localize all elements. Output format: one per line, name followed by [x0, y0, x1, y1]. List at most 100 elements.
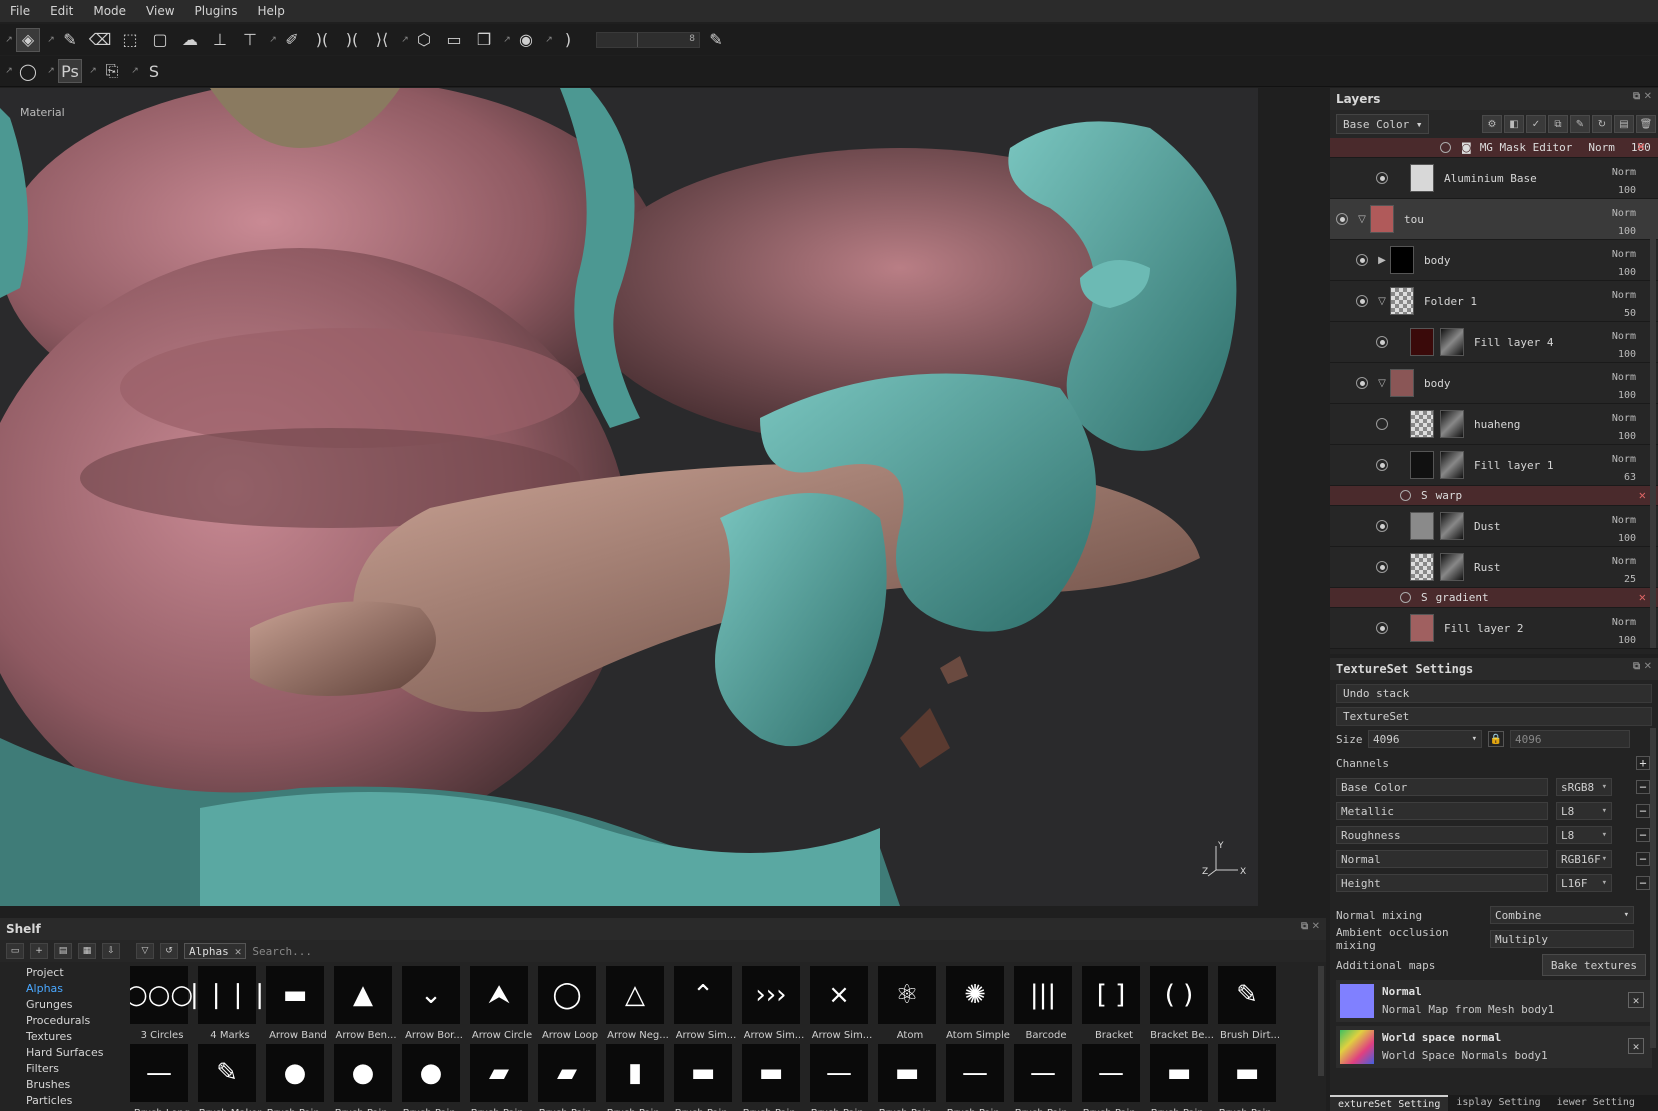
channel-format-dropdown[interactable]: L8 [1556, 826, 1612, 844]
layer-row[interactable]: ▽ body Norm 100 [1330, 363, 1658, 404]
refresh-icon[interactable]: ↺ [160, 943, 178, 959]
shelf-category-project[interactable]: Project [0, 964, 118, 980]
layer-row[interactable]: ▶ body Norm 100 [1330, 240, 1658, 281]
shelf-asset[interactable]: ⌄ Arrow Bor... [402, 966, 466, 1044]
visibility-icon[interactable] [1440, 142, 1451, 153]
channel-format-dropdown[interactable]: L8 [1556, 802, 1612, 820]
substance-share-icon[interactable]: S [142, 59, 166, 83]
layer-blend[interactable]: Norm 63 [1612, 451, 1636, 487]
popout-icon[interactable]: ↗ [268, 28, 278, 52]
layer-blend[interactable]: Norm 100 [1612, 614, 1636, 650]
shelf-asset[interactable]: ||| Barcode [1014, 966, 1078, 1044]
panel-close-icon[interactable]: ⧉ ✕ [1301, 921, 1320, 932]
symmetry-mirror-icon[interactable]: ⟩⟨ [370, 28, 394, 52]
layer-row[interactable]: Rust Norm 25 [1330, 547, 1658, 588]
shelf-asset[interactable]: ▰Brush Pain... [470, 1044, 534, 1111]
popout-icon[interactable]: ↗ [4, 28, 14, 52]
eraser-icon[interactable]: ⌫ [88, 28, 112, 52]
pen-pressure-icon[interactable]: ✎ [704, 28, 728, 52]
shelf-asset[interactable]: —Brush Pain... [1082, 1044, 1146, 1111]
save-icon[interactable]: ▦ [78, 943, 96, 959]
projection-tool-icon[interactable]: ◈ [16, 27, 40, 52]
delete-layer-icon[interactable]: 🗑 [1636, 115, 1656, 133]
shelf-asset[interactable]: ●Brush Pain... [402, 1044, 466, 1111]
menu-help[interactable]: Help [258, 4, 295, 18]
shelf-asset[interactable]: ▬ Arrow Band [266, 966, 330, 1044]
menu-file[interactable]: File [10, 4, 40, 18]
filter-icon[interactable]: ▽ [136, 943, 154, 959]
layer-row[interactable]: ▽ tou Norm 100 [1330, 199, 1658, 240]
menu-plugins[interactable]: Plugins [195, 4, 248, 18]
size-height-field[interactable]: 4096 [1510, 730, 1630, 748]
shelf-asset[interactable]: —Brush Pain... [946, 1044, 1010, 1111]
layer-row[interactable]: Dust Norm 100 [1330, 506, 1658, 547]
layer-row[interactable]: ▽ Folder 1 Norm 50 [1330, 281, 1658, 322]
add-mask-icon[interactable]: ◧ [1504, 115, 1524, 133]
menu-view[interactable]: View [146, 4, 184, 18]
layer-row[interactable]: Fill layer 4 Norm 100 [1330, 322, 1658, 363]
shelf-asset[interactable]: ▮Brush Pain... [606, 1044, 670, 1111]
add-paint-layer-icon[interactable]: ✎ [1570, 115, 1590, 133]
panel-close-icon[interactable]: ⧉ ✕ [1633, 661, 1652, 672]
lock-icon[interactable]: 🔒 [1488, 731, 1504, 747]
add-channel-icon[interactable]: + [1636, 756, 1650, 770]
shelf-asset[interactable]: ▬Brush Pain... [674, 1044, 738, 1111]
filter-effect-row[interactable]: Sgradient ✕ [1330, 588, 1658, 608]
folder-icon[interactable]: ▽ [1374, 376, 1390, 390]
mask-thumbnail[interactable] [1440, 410, 1464, 438]
popout-icon[interactable]: ↗ [46, 59, 56, 83]
export-icon[interactable]: ⎘ [100, 59, 124, 83]
channel-dropdown[interactable]: Base Color ▾ [1336, 114, 1430, 134]
channel-name[interactable]: Normal [1336, 850, 1548, 868]
shelf-asset[interactable]: ▲ Arrow Ben... [334, 966, 398, 1044]
shelf-asset[interactable]: ▬Brush Pain... [1218, 1044, 1282, 1111]
layer-blend[interactable]: Norm 100 [1612, 205, 1636, 241]
visibility-icon[interactable] [1356, 254, 1368, 266]
folder-icon[interactable]: ▽ [1354, 212, 1370, 226]
shelf-asset[interactable]: ( ) Bracket Be... [1150, 966, 1214, 1044]
visibility-icon[interactable] [1400, 490, 1411, 501]
layers-scrollbar[interactable] [1650, 228, 1656, 648]
popout-icon[interactable]: ↗ [46, 28, 56, 52]
open-folder-icon[interactable]: ▤ [54, 943, 72, 959]
menu-mode[interactable]: Mode [93, 4, 136, 18]
brush-size-slider[interactable]: 8 [596, 31, 700, 48]
channel-name[interactable]: Metallic [1336, 802, 1548, 820]
visibility-icon[interactable] [1376, 622, 1388, 634]
mask-thumbnail[interactable] [1440, 451, 1464, 479]
shelf-asset[interactable]: ✎Brush Maker [198, 1044, 262, 1111]
ao-mixing-dropdown[interactable]: Multiply [1490, 930, 1634, 948]
shelf-category-particles[interactable]: Particles [0, 1092, 118, 1108]
remove-map-icon[interactable]: ✕ [1628, 1038, 1644, 1054]
visibility-icon[interactable] [1376, 520, 1388, 532]
shelf-asset[interactable]: ◯ Arrow Loop [538, 966, 602, 1044]
symmetry-x-icon[interactable]: )( [340, 28, 364, 52]
shelf-asset[interactable]: [ ] Bracket [1082, 966, 1146, 1044]
color-picker-icon[interactable]: ✐ [280, 28, 304, 52]
undo-stack-button[interactable]: Undo stack [1336, 684, 1652, 703]
visibility-icon[interactable] [1376, 418, 1388, 430]
screenshot-icon[interactable]: ◉ [514, 28, 538, 52]
import-icon[interactable]: ⇩ [102, 943, 120, 959]
shelf-asset[interactable]: ✎ Brush Dirt... [1218, 966, 1282, 1044]
photoshop-export-icon[interactable]: Ps [58, 59, 82, 83]
popout-icon[interactable]: ↗ [130, 59, 140, 83]
remove-channel-icon[interactable]: − [1636, 780, 1650, 794]
layer-row[interactable]: Fill layer 1 Norm 63 [1330, 445, 1658, 486]
shelf-asset[interactable]: —Brush Pain... [1014, 1044, 1078, 1111]
shelf-asset[interactable]: △ Arrow Neg... [606, 966, 670, 1044]
tab-textureset-settings[interactable]: extureSet Setting [1330, 1095, 1449, 1111]
folder-icon[interactable]: ▭ [6, 943, 24, 959]
remove-effect-icon[interactable]: ✕ [1636, 140, 1646, 154]
layer-blend[interactable]: Norm 100 [1612, 512, 1636, 548]
layer-row[interactable]: Fill layer 2 Norm 100 [1330, 608, 1658, 649]
shelf-asset[interactable]: ››› Arrow Sim... [742, 966, 806, 1044]
bake-textures-button[interactable]: Bake textures [1541, 954, 1646, 976]
paint-brush-icon[interactable]: ✎ [58, 28, 82, 52]
shelf-search-input[interactable]: Search... [252, 943, 552, 959]
map-world-space-normal[interactable]: World space normal World Space Normals b… [1336, 1026, 1652, 1068]
material-picker-icon[interactable]: ⊤ [238, 28, 262, 52]
popout-icon[interactable]: ↗ [400, 28, 410, 52]
shelf-asset[interactable]: ▬Brush Pain... [742, 1044, 806, 1111]
popout-icon[interactable]: ↗ [88, 59, 98, 83]
